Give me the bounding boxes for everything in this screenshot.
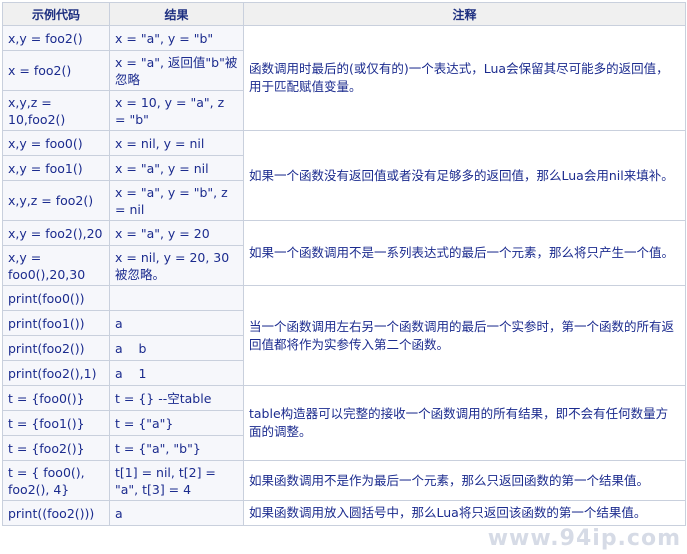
table-row: print(foo0()) 当一个函数调用左右另一个函数调用的最后一个实参时，第…: [2, 285, 686, 386]
lua-multiple-returns-table: 示例代码 结果 注释 x,y = foo2() x = "a", y = "b"…: [2, 2, 686, 526]
result-cell: a b: [109, 335, 244, 361]
result-cell: x = nil, y = 20, 30被忽略。: [109, 245, 244, 286]
table-row: x,y = foo2(),20 x = "a", y = 20 如果一个函数调用…: [2, 220, 686, 286]
result-cell: x = "a", y = nil: [109, 155, 244, 181]
code-cell: print(foo2()): [2, 335, 110, 361]
code-cell: x,y = foo0(),20,30: [2, 245, 110, 286]
result-cell: x = "a", y = "b", z = nil: [109, 180, 244, 221]
code-cell: x,y,z = foo2(): [2, 180, 110, 221]
watermark: www.94ip.com: [487, 526, 681, 551]
result-cell: [109, 285, 244, 311]
code-cell: print(foo0()): [2, 285, 110, 311]
result-cell: t = {"a"}: [109, 410, 244, 436]
code-cell: x,y = foo0(): [2, 130, 110, 156]
note-cell: 如果函数调用不是作为最后一个元素，那么只返回函数的第一个结果值。: [243, 460, 686, 501]
result-cell: x = nil, y = nil: [109, 130, 244, 156]
code-cell: t = {foo1()}: [2, 410, 110, 436]
header-note: 注释: [243, 2, 686, 26]
header-result: 结果: [109, 2, 244, 26]
result-cell: x = "a", 返回值"b"被忽略: [109, 50, 244, 91]
result-cell: t = {"a", "b"}: [109, 435, 244, 461]
note-cell: 当一个函数调用左右另一个函数调用的最后一个实参时，第一个函数的所有返回值都将作为…: [243, 285, 686, 386]
code-cell: t = { foo0(), foo2(), 4}: [2, 460, 110, 501]
code-cell: print(foo2(),1): [2, 360, 110, 386]
result-cell: a: [109, 310, 244, 336]
code-cell: x,y = foo1(): [2, 155, 110, 181]
code-cell: print((foo2())): [2, 500, 110, 526]
code-cell: x,y = foo2(): [2, 25, 110, 51]
note-cell: 函数调用时最后的(或仅有的)一个表达式，Lua会保留其尽可能多的返回值，用于匹配…: [243, 25, 686, 131]
result-cell: x = "a", y = "b": [109, 25, 244, 51]
table-row: x,y = foo2() x = "a", y = "b" 函数调用时最后的(或…: [2, 25, 686, 131]
header-row: 示例代码 结果 注释: [2, 2, 686, 26]
result-cell: t = {} --空table: [109, 385, 244, 411]
code-cell: t = {foo2()}: [2, 435, 110, 461]
table-row: print((foo2())) a 如果函数调用放入圆括号中，那么Lua将只返回…: [2, 500, 686, 526]
code-cell: t = {foo0()}: [2, 385, 110, 411]
code-cell: x,y = foo2(),20: [2, 220, 110, 246]
note-cell: table构造器可以完整的接收一个函数调用的所有结果，即不会有任何数量方面的调整…: [243, 385, 686, 461]
result-cell: x = 10, y = "a", z = "b": [109, 90, 244, 131]
code-cell: print(foo1()): [2, 310, 110, 336]
result-cell: x = "a", y = 20: [109, 220, 244, 246]
table-row: t = {foo0()} t = {} --空table table构造器可以完…: [2, 385, 686, 461]
table-row: t = { foo0(), foo2(), 4} t[1] = nil, t[2…: [2, 460, 686, 501]
note-cell: 如果函数调用放入圆括号中，那么Lua将只返回该函数的第一个结果值。: [243, 500, 686, 526]
result-cell: a: [109, 500, 244, 526]
result-cell: a 1: [109, 360, 244, 386]
code-cell: x,y,z = 10,foo2(): [2, 90, 110, 131]
header-code: 示例代码: [2, 2, 110, 26]
note-cell: 如果一个函数调用不是一系列表达式的最后一个元素，那么将只产生一个值。: [243, 220, 686, 286]
code-cell: x = foo2(): [2, 50, 110, 91]
table-row: x,y = foo0() x = nil, y = nil 如果一个函数没有返回…: [2, 130, 686, 221]
result-cell: t[1] = nil, t[2] = "a", t[3] = 4: [109, 460, 244, 501]
note-cell: 如果一个函数没有返回值或者没有足够多的返回值，那么Lua会用nil来填补。: [243, 130, 686, 221]
